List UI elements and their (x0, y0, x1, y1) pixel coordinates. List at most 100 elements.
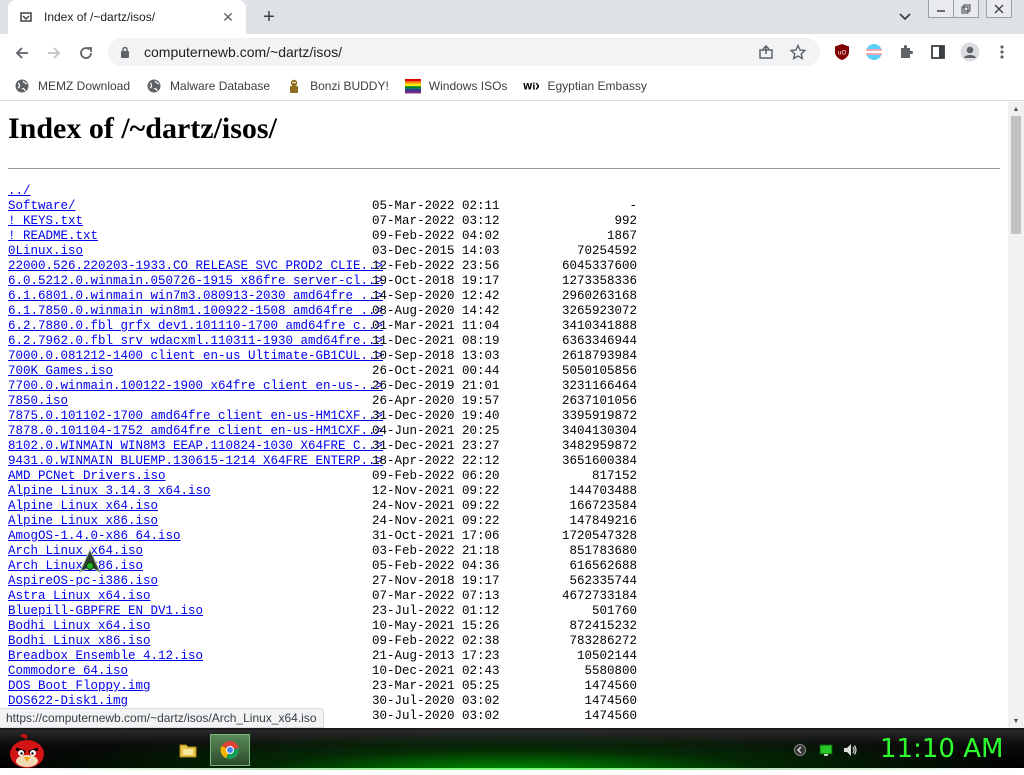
volume-icon[interactable] (842, 742, 858, 758)
file-row: !_README.txt 09-Feb-2022 04:02 1867 (8, 229, 648, 244)
file-row: Software/05-Mar-2022 02:11 - (8, 199, 648, 214)
menu-kebab-icon[interactable] (992, 42, 1012, 62)
scroll-up-arrow-icon[interactable]: ▲ (1008, 102, 1024, 116)
file-size: 1720547328 (561, 529, 637, 543)
extensions-puzzle-icon[interactable] (896, 42, 916, 62)
bookmark-malware-database[interactable]: Malware Database (146, 78, 270, 94)
scroll-down-arrow-icon[interactable]: ▼ (1008, 714, 1024, 728)
file-link[interactable]: Bodhi_Linux_x86.iso (8, 634, 151, 649)
file-link[interactable]: Arch_Linux_x64.iso (8, 544, 143, 559)
file-link[interactable]: AspireOS-pc-i386.iso (8, 574, 158, 589)
file-link[interactable]: Breadbox_Ensemble_4.12.iso (8, 649, 203, 664)
file-date: 18-Apr-2022 22:12 (372, 454, 500, 468)
ublock-origin-icon[interactable]: uO (832, 42, 852, 62)
bookmark-windows-isos[interactable]: Windows ISOs (404, 78, 507, 94)
file-row: 6.0.5212.0.winmain.050726-1915_x86fre_se… (8, 274, 648, 289)
file-size: 562335744 (569, 574, 637, 588)
file-size: 5580800 (584, 664, 637, 678)
trans-flag-extension-icon[interactable] (864, 42, 884, 62)
close-tab-icon[interactable]: ✕ (220, 9, 236, 25)
tray-chevron-icon[interactable] (792, 742, 808, 758)
file-row: DOS622-Disk1.img 30-Jul-2020 03:02 1474560 (8, 694, 648, 709)
bookmark-bonzi-buddy[interactable]: Bonzi BUDDY! (286, 78, 389, 94)
file-size: 1474560 (584, 709, 637, 723)
profile-avatar-icon[interactable] (960, 42, 980, 62)
file-link[interactable]: DOS622-Disk1.img (8, 694, 128, 709)
restore-button[interactable] (953, 0, 979, 18)
file-link[interactable]: Commodore_64.iso (8, 664, 128, 679)
file-link[interactable]: 0Linux.iso (8, 244, 83, 259)
file-explorer-icon[interactable] (168, 734, 208, 766)
svg-text:uO: uO (838, 50, 847, 57)
tab-active[interactable]: Index of /~dartz/isos/ ✕ (8, 0, 246, 34)
file-link[interactable]: Alpine_Linux_x86.iso (8, 514, 158, 529)
file-size: 3231166464 (561, 379, 637, 393)
file-date: 11-Dec-2021 08:19 (372, 334, 500, 348)
tab-title: Index of /~dartz/isos/ (44, 10, 156, 24)
file-size: 783286272 (569, 634, 637, 648)
file-row: DOS_Boot_Floppy.img 23-Mar-2021 05:25 1474… (8, 679, 648, 694)
url-text[interactable]: computernewb.com/~dartz/isos/ (144, 44, 756, 60)
reload-button[interactable] (73, 40, 99, 66)
file-row: Commodore_64.iso 10-Dec-2021 02:43 5580800 (8, 664, 648, 679)
file-link[interactable]: 8102.0.WINMAIN_WIN8M3_EEAP.110824-1030_X… (8, 439, 383, 454)
back-button[interactable] (9, 40, 35, 66)
file-link[interactable]: AMD_PCNet_Drivers.iso (8, 469, 166, 484)
file-row: 700K_Games.iso 26-Oct-2021 00:44 505010585… (8, 364, 648, 379)
bookmark-star-icon[interactable] (788, 42, 808, 62)
file-link[interactable]: 700K_Games.iso (8, 364, 113, 379)
page-favicon-icon (18, 9, 34, 25)
side-panel-icon[interactable] (928, 42, 948, 62)
file-row: 7878.0.101104-1752_amd64fre_client_en-us… (8, 424, 648, 439)
file-link[interactable]: 7000.0.081212-1400_client_en-us_Ultimate… (8, 349, 383, 364)
file-link[interactable]: 6.2.7880.0.fbl_grfx_dev1.101110-1700_amd… (8, 319, 383, 334)
file-link[interactable]: 7850.iso (8, 394, 68, 409)
bookmark-memz-download[interactable]: MEMZ Download (14, 78, 130, 94)
file-link[interactable]: !_README.txt (8, 229, 98, 244)
taskbar-clock[interactable]: 11:10 AM (880, 734, 1003, 764)
file-link[interactable]: Bluepill-GBPFRE_EN_DV1.iso (8, 604, 203, 619)
file-link[interactable]: 9431.0.WINMAIN_BLUEMP.130615-1214_X64FRE… (8, 454, 383, 469)
address-bar[interactable]: computernewb.com/~dartz/isos/ (108, 38, 820, 66)
file-link[interactable]: Software/ (8, 199, 76, 214)
forward-button[interactable] (41, 40, 67, 66)
lock-icon[interactable] (120, 46, 134, 59)
file-row: 7700.0.winmain.100122-1900_x64fre_client… (8, 379, 648, 394)
file-date: 10-Sep-2018 13:03 (372, 349, 500, 363)
minimize-button[interactable] (928, 0, 954, 18)
network-icon[interactable] (818, 742, 834, 758)
file-size: 1867 (606, 229, 637, 243)
file-link[interactable]: !_KEYS.txt (8, 214, 83, 229)
file-link[interactable]: 6.1.7850.0.winmain_win8m1.100922-1508_am… (8, 304, 383, 319)
globe-icon (146, 78, 162, 94)
file-link[interactable]: 7700.0.winmain.100122-1900_x64fre_client… (8, 379, 383, 394)
file-row: 7875.0.101102-1700_amd64fre_client_en-us… (8, 409, 648, 424)
bookmark-egyptian-embassy[interactable]: WiX Egyptian Embassy (523, 78, 646, 94)
file-listing: ../Software/05-Mar-2022 02:11- !_KEYS.txt… (8, 184, 648, 724)
file-link[interactable]: 22000.526.220203-1933.CO_RELEASE_SVC_PRO… (8, 259, 383, 274)
file-link[interactable]: 6.0.5212.0.winmain.050726-1915_x86fre_se… (8, 274, 383, 289)
file-link[interactable]: Alpine_Linux_3.14.3_x64.iso (8, 484, 211, 499)
chrome-taskbar-icon[interactable] (210, 734, 250, 766)
file-link[interactable]: Astra_Linux_x64.iso (8, 589, 151, 604)
file-link[interactable]: Arch_Linux_x86.iso (8, 559, 143, 574)
tab-search-icon[interactable] (896, 8, 914, 26)
page-content: Index of /~dartz/isos/ ../Software/05-Ma… (0, 102, 1008, 728)
close-window-button[interactable] (986, 0, 1012, 18)
wix-icon: WiX (523, 78, 539, 94)
vertical-scrollbar[interactable]: ▲ ▼ (1008, 102, 1024, 728)
file-link[interactable]: ../ (8, 184, 31, 199)
file-link[interactable]: 6.1.6801.0.winmain_win7m3.080913-2030_am… (8, 289, 383, 304)
new-tab-button[interactable]: + (258, 6, 280, 28)
file-link[interactable]: 7875.0.101102-1700_amd64fre_client_en-us… (8, 409, 383, 424)
share-icon[interactable] (756, 42, 776, 62)
file-link[interactable]: Alpine_Linux_x64.iso (8, 499, 158, 514)
file-link[interactable]: 7878.0.101104-1752_amd64fre_client_en-us… (8, 424, 383, 439)
file-link[interactable]: AmogOS-1.4.0-x86_64.iso (8, 529, 181, 544)
scrollbar-thumb[interactable] (1011, 116, 1021, 234)
start-button-angry-bird-icon[interactable] (6, 732, 48, 770)
file-link[interactable]: Bodhi_Linux_x64.iso (8, 619, 151, 634)
file-size: 2960263168 (561, 289, 637, 303)
file-link[interactable]: 6.2.7962.0.fbl_srv_wdacxml.110311-1930_a… (8, 334, 383, 349)
file-link[interactable]: DOS_Boot_Floppy.img (8, 679, 151, 694)
